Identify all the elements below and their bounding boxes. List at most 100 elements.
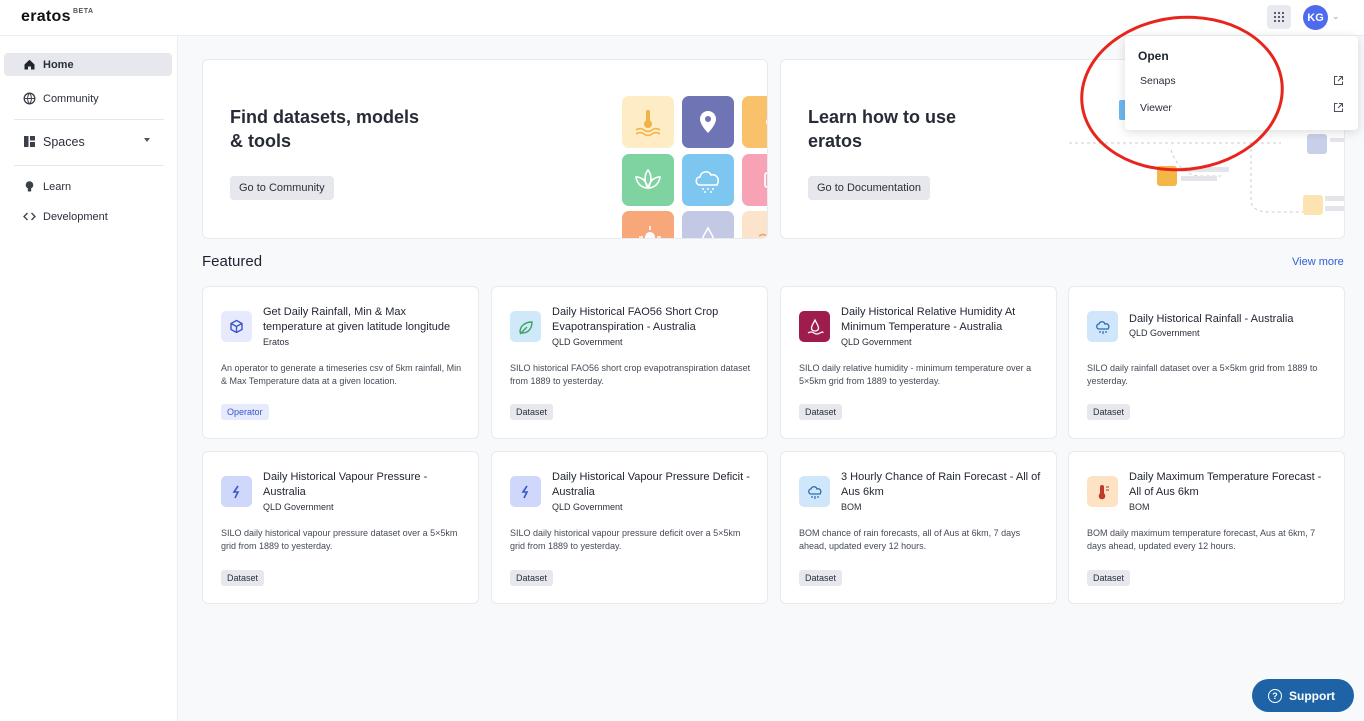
- vapour-icon: [521, 485, 528, 498]
- card-icon-box: [510, 311, 541, 342]
- sidebar-item-label: Learn: [43, 180, 72, 193]
- card-description: SILO historical FAO56 short crop evapotr…: [510, 363, 751, 386]
- support-label: Support: [1289, 688, 1335, 703]
- featured-card[interactable]: Daily Historical Rainfall - Australia QL…: [1068, 286, 1345, 439]
- card-icon-box: [799, 311, 830, 342]
- card-description: SILO daily relative humidity - minimum t…: [799, 363, 1032, 386]
- location-tile: [682, 96, 734, 148]
- waves-icon: [758, 233, 767, 237]
- featured-card[interactable]: Daily Historical FAO56 Short Crop Evapot…: [491, 286, 768, 439]
- community-hero-card: Find datasets, models & tools Go to Comm…: [202, 59, 768, 239]
- external-link-icon: [1334, 103, 1343, 112]
- card-publisher: QLD Government: [841, 337, 912, 347]
- help-icon: ?: [1268, 688, 1282, 703]
- card-tag: Dataset: [799, 404, 843, 420]
- featured-card[interactable]: Get Daily Rainfall, Min & Max temperatur…: [202, 286, 479, 439]
- featured-card[interactable]: 3 Hourly Chance of Rain Forecast - All o…: [780, 451, 1057, 604]
- card-publisher: QLD Government: [552, 337, 623, 347]
- water-tile: [682, 211, 734, 238]
- card-title: 3 Hourly Chance of Rain Forecast - All o…: [841, 471, 1041, 498]
- lotus-icon: [635, 168, 661, 190]
- card-icon-box: [221, 311, 252, 342]
- featured-card[interactable]: Daily Historical Vapour Pressure Deficit…: [491, 451, 768, 604]
- card-tag: Dataset: [510, 570, 554, 586]
- card-title: Daily Historical Vapour Pressure - Austr…: [263, 471, 428, 498]
- card-tag: Dataset: [510, 404, 554, 420]
- sidebar-item-home[interactable]: Home: [4, 53, 172, 76]
- card-description: BOM chance of rain forecasts, all of Aus…: [799, 528, 1021, 551]
- calendar-icon: [764, 172, 767, 188]
- card-description: SILO daily historical vapour pressure de…: [510, 528, 741, 551]
- sidebar-item-development[interactable]: Development: [4, 205, 172, 228]
- calendar-tile: [742, 154, 767, 206]
- go-to-community-button[interactable]: Go to Community: [230, 176, 334, 200]
- home-icon: [24, 59, 35, 70]
- card-description: SILO daily rainfall dataset over a 5×5km…: [1087, 363, 1318, 386]
- beta-badge: BETA: [73, 8, 94, 15]
- go-to-documentation-button[interactable]: Go to Documentation: [808, 176, 930, 200]
- card-title: Daily Historical Rainfall - Australia: [1129, 313, 1294, 325]
- user-avatar[interactable]: KG: [1303, 5, 1328, 30]
- featured-card[interactable]: Daily Maximum Temperature Forecast - All…: [1068, 451, 1345, 604]
- featured-card[interactable]: Daily Historical Relative Humidity At Mi…: [780, 286, 1057, 439]
- card-icon-box: [799, 476, 830, 507]
- card-description: An operator to generate a timeseries csv…: [221, 363, 462, 386]
- spaces-icon: [24, 136, 35, 147]
- card-publisher: Eratos: [263, 337, 290, 347]
- temperature-tile: [622, 96, 674, 148]
- sidebar-item-learn[interactable]: Learn: [4, 175, 172, 198]
- community-hero-title: Find datasets, models & tools: [230, 107, 420, 151]
- sidebar-divider: [14, 165, 164, 166]
- chevron-down-icon[interactable]: ⌄: [1332, 11, 1340, 22]
- map-pin-icon: [700, 111, 716, 133]
- card-publisher: QLD Government: [263, 502, 334, 512]
- card-publisher: BOM: [841, 502, 862, 512]
- card-icon-box: [1087, 311, 1118, 342]
- sidebar-item-spaces[interactable]: Spaces: [4, 130, 172, 153]
- lightbulb-icon: [25, 181, 34, 192]
- cloud-tile: [682, 154, 734, 206]
- grid-icon: [1273, 11, 1285, 23]
- eratos-logo[interactable]: eratos: [21, 8, 71, 26]
- card-description: BOM daily maximum temperature forecast, …: [1087, 528, 1316, 551]
- card-title: Daily Historical FAO56 Short Crop Evapot…: [552, 306, 719, 333]
- sun-icon: [766, 119, 767, 125]
- featured-heading: Featured: [202, 253, 263, 270]
- sun-tile: [742, 96, 767, 148]
- docs-hero-title: Learn how to use eratos: [808, 107, 957, 151]
- thermometer-waves-icon: [635, 110, 661, 137]
- sidebar-item-label: Development: [43, 210, 108, 223]
- caret-down-icon[interactable]: [144, 138, 150, 142]
- card-publisher: QLD Government: [552, 502, 623, 512]
- water-drop-icon: [701, 226, 715, 238]
- sidebar-item-label: Spaces: [43, 134, 85, 149]
- card-tag: Dataset: [221, 570, 265, 586]
- card-icon-box: [510, 476, 541, 507]
- sidebar-item-community[interactable]: Community: [4, 87, 172, 110]
- rain-cloud-icon: [1095, 320, 1109, 334]
- cube-icon: [230, 319, 243, 334]
- card-publisher: BOM: [1129, 502, 1150, 512]
- card-tag: Dataset: [1087, 404, 1131, 420]
- code-icon: [23, 212, 36, 221]
- card-tag: Operator: [221, 404, 269, 420]
- apps-launcher-button[interactable]: [1267, 5, 1291, 29]
- external-link-icon: [1334, 76, 1343, 85]
- card-icon-box: [221, 476, 252, 507]
- cloud-rain-icon: [695, 171, 719, 193]
- plant-tile: [622, 154, 674, 206]
- card-tag: Dataset: [799, 570, 843, 586]
- featured-card[interactable]: Daily Historical Vapour Pressure - Austr…: [202, 451, 479, 604]
- thermometer-icon: [1098, 484, 1109, 499]
- sidebar-divider: [14, 119, 164, 120]
- rain-cloud-icon: [807, 485, 821, 499]
- sidebar: Home Community Spaces Learn Development: [0, 36, 178, 721]
- vapour-icon: [232, 485, 239, 498]
- card-description: SILO daily historical vapour pressure da…: [221, 528, 458, 551]
- view-more-link[interactable]: View more: [1292, 256, 1344, 268]
- waves-tile: [742, 211, 767, 238]
- leaf-icon: [518, 320, 533, 334]
- globe-icon: [23, 92, 36, 105]
- sunny-icon: [639, 226, 661, 238]
- support-button[interactable]: ? Support: [1252, 679, 1354, 712]
